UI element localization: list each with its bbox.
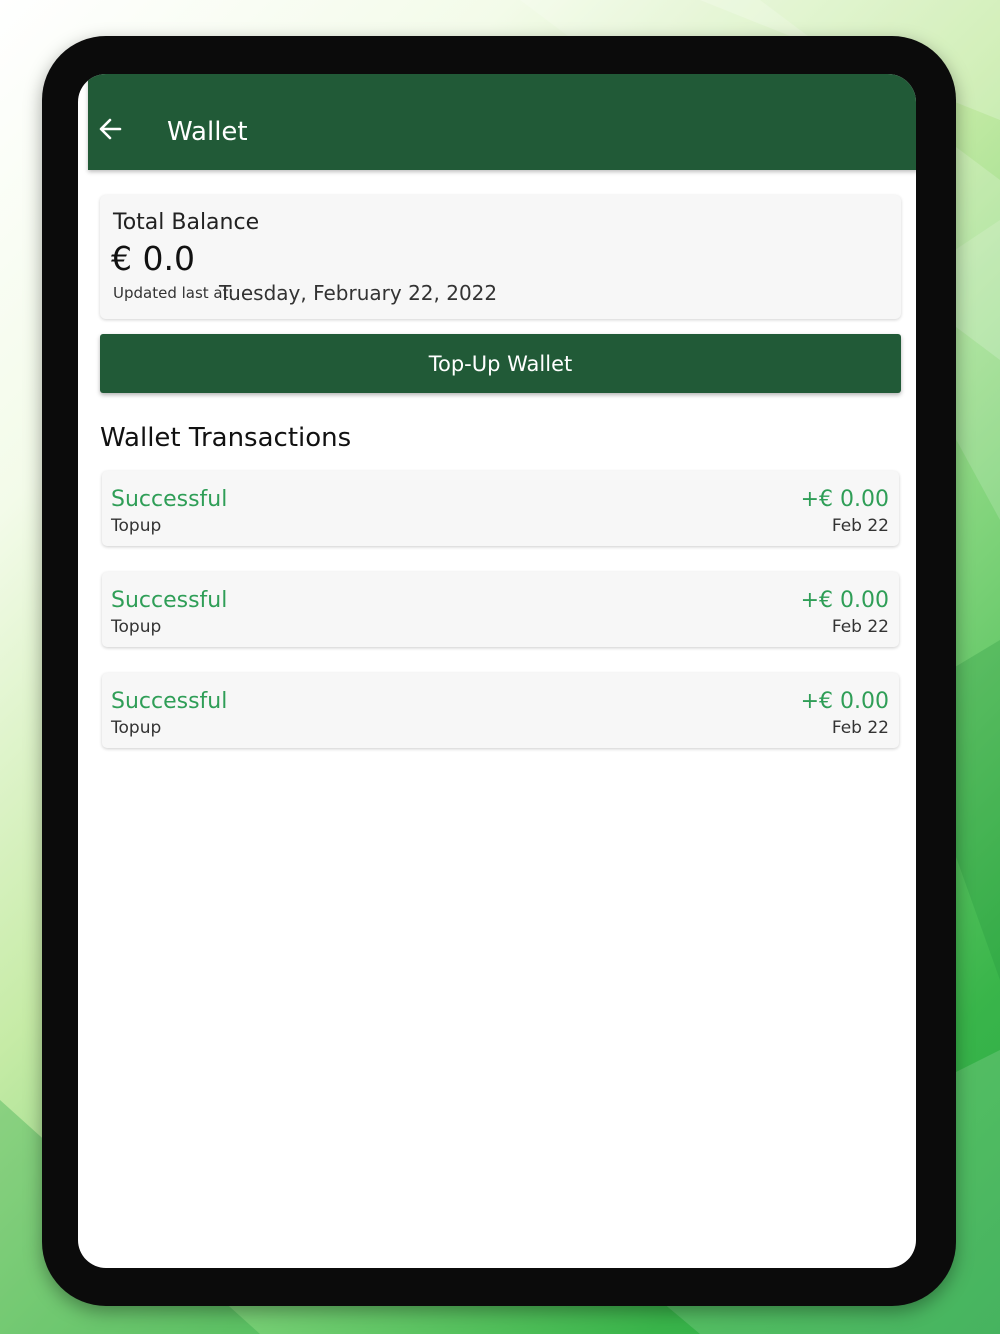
total-balance-amount: € 0.0 (111, 239, 195, 278)
transaction-type: Topup (111, 617, 162, 637)
top-up-wallet-button[interactable]: Top-Up Wallet (100, 334, 901, 393)
transaction-date: Feb 22 (831, 516, 889, 536)
updated-date: Tuesday, February 22, 2022 (219, 281, 498, 305)
arrow-left-icon (99, 118, 122, 140)
total-balance-label: Total Balance (113, 210, 260, 235)
transaction-amount: +€ 0.00 (800, 689, 889, 714)
balance-card: Total Balance € 0.0 Updated last at: Tue… (100, 195, 901, 319)
transaction-date: Feb 22 (831, 718, 889, 738)
updated-label: Updated last at: (113, 284, 234, 302)
transaction-status: Successful (111, 588, 228, 613)
transaction-item[interactable]: Successful Topup +€ 0.00 Feb 22 (102, 572, 899, 647)
transaction-status: Successful (111, 487, 228, 512)
transaction-amount: +€ 0.00 (800, 588, 889, 613)
transactions-title: Wallet Transactions (100, 423, 352, 453)
app-screen: Wallet Total Balance € 0.0 Updated last … (78, 74, 916, 1268)
transaction-status: Successful (111, 689, 228, 714)
transaction-item[interactable]: Successful Topup +€ 0.00 Feb 22 (102, 471, 899, 546)
app-bar: Wallet (88, 74, 916, 170)
transaction-type: Topup (111, 718, 162, 738)
transaction-date: Feb 22 (831, 617, 889, 637)
page-title: Wallet (167, 117, 248, 147)
transaction-type: Topup (111, 516, 162, 536)
transaction-item[interactable]: Successful Topup +€ 0.00 Feb 22 (102, 673, 899, 748)
back-button[interactable] (98, 116, 122, 142)
transaction-amount: +€ 0.00 (800, 487, 889, 512)
